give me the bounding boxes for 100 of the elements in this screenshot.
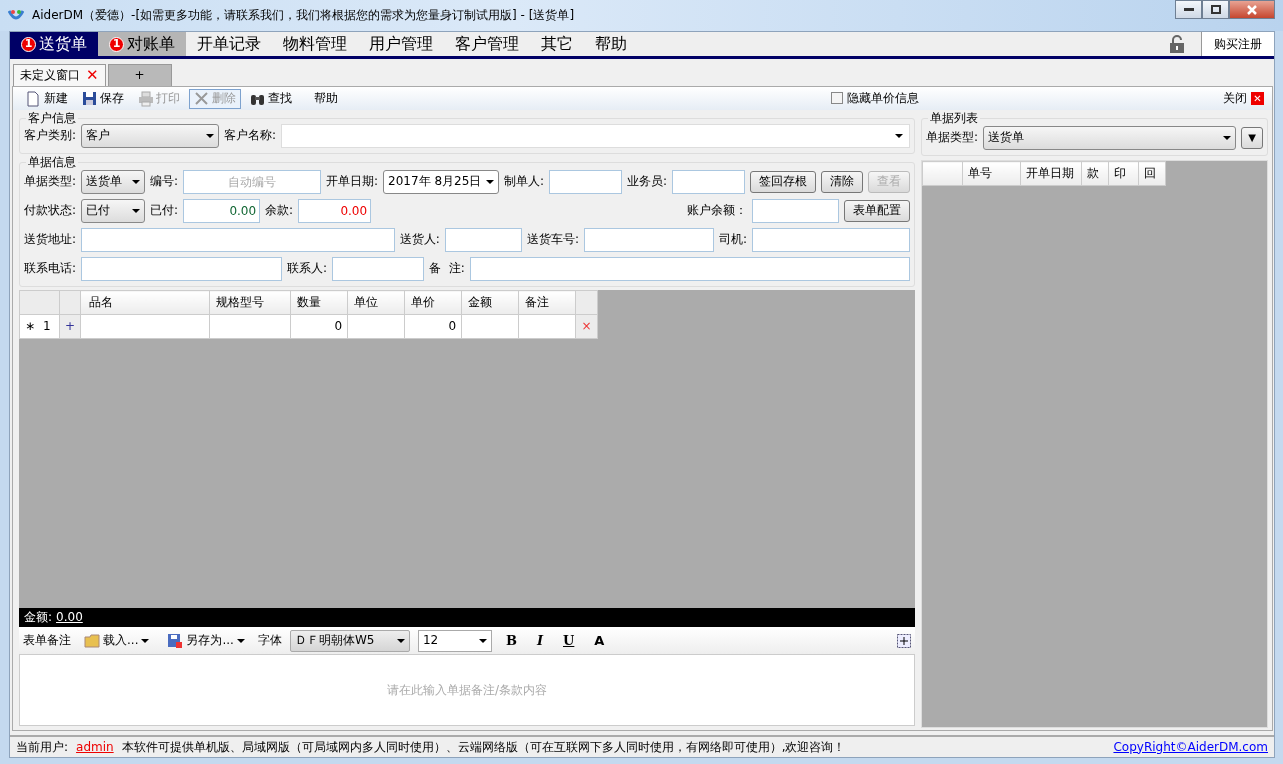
total-link[interactable]: 0.00 (56, 610, 83, 625)
maximize-icon (1210, 5, 1221, 14)
notes-field[interactable]: 请在此输入单据备注/条款内容 (19, 654, 915, 726)
maximize-button[interactable] (1202, 0, 1229, 19)
toolbar-button[interactable]: 查找 (245, 88, 297, 109)
input-field[interactable]: 0.00 (298, 198, 372, 223)
caret-icon (478, 638, 487, 643)
menu-button[interactable]: 另存为... (162, 630, 250, 651)
caret-icon (1223, 135, 1232, 140)
format-button[interactable]: I (530, 632, 549, 649)
column-header: 备注 (518, 290, 576, 315)
close-icon[interactable]: ✕ (1251, 92, 1264, 105)
column-header: 品名 (80, 290, 210, 315)
document-tab[interactable]: 未定义窗口 ✕ (13, 64, 106, 86)
dropdown[interactable]: 客户 (81, 123, 220, 148)
field-label: 送货人: (399, 232, 440, 247)
input-field[interactable] (583, 227, 714, 252)
caret-icon (141, 638, 150, 643)
input-field[interactable] (81, 256, 283, 281)
field-label: 余款: (265, 203, 294, 218)
section-title: 单据列表 (928, 111, 980, 126)
minimize-button[interactable] (1175, 0, 1202, 19)
format-button[interactable]: A (588, 632, 611, 649)
column-header: 款 (1081, 161, 1109, 186)
format-button[interactable]: B (499, 632, 523, 649)
table-cell: 0 (290, 314, 348, 339)
input-field[interactable] (752, 198, 839, 223)
copyright-link[interactable]: CopyRight©AiderDM.com (1113, 739, 1268, 755)
minimize-icon (1183, 7, 1194, 12)
dropdown[interactable]: 12 (417, 629, 492, 652)
close-icon[interactable]: ✕ (86, 68, 99, 83)
input-field[interactable] (469, 256, 910, 281)
field-label: 客户类别: (24, 128, 77, 143)
column-header: 数量 (290, 290, 348, 315)
field-label: 编号: (149, 174, 178, 189)
input-field[interactable]: 0.00 (183, 198, 261, 223)
field-label: 单据类型: (926, 130, 979, 145)
document-tab[interactable]: + (107, 64, 172, 86)
dropdown[interactable]: 送货单 (81, 169, 145, 194)
dropdown[interactable]: ＤＦ明朝体W5 (289, 629, 410, 652)
dropdown[interactable]: 已付 (81, 198, 146, 223)
menu-item[interactable]: 开单记录 (186, 32, 272, 56)
toolbar-button[interactable]: 保存 (77, 88, 129, 109)
table-cell: 0 (404, 314, 462, 339)
field-label: 送货车号: (526, 232, 579, 247)
menu-label: 送货单 (39, 34, 87, 54)
field-label: 联系人: (287, 261, 328, 276)
caret-icon (895, 133, 903, 138)
column-header: 规格型号 (209, 290, 291, 315)
checkbox[interactable]: 隐藏单价信息 (831, 91, 919, 106)
menu-button[interactable]: 载入... (79, 630, 155, 651)
column-header: 印 (1108, 161, 1139, 186)
input-field[interactable] (672, 169, 745, 194)
column-header: 开单日期 (1020, 161, 1082, 186)
folder-icon (84, 632, 100, 649)
row-number: 1 (43, 319, 51, 334)
form-button[interactable]: 签回存根 (750, 170, 816, 193)
date-picker[interactable]: 2017年 8月25日 (383, 169, 499, 194)
input-field[interactable] (548, 169, 622, 194)
cross-icon (194, 90, 209, 107)
caret-icon (132, 208, 141, 213)
menu-item[interactable]: 帮助 (584, 32, 638, 56)
form-button[interactable]: 表单配置 (844, 199, 910, 222)
section-title: 客户信息 (26, 111, 78, 126)
close-icon (1246, 4, 1258, 15)
row-marker: ∗ (25, 319, 36, 334)
toolbar-label: 表单备注 (23, 633, 71, 648)
menu-item[interactable]: 客户管理 (444, 32, 530, 56)
close-button[interactable] (1229, 0, 1275, 19)
menu-item[interactable]: 物料管理 (272, 32, 358, 56)
toolbar-button[interactable]: 新建 (21, 88, 73, 109)
printer-icon (138, 90, 153, 107)
input-field[interactable] (752, 227, 910, 252)
input-field[interactable] (332, 256, 425, 281)
field-label: 业务员: (626, 174, 667, 189)
input-field[interactable]: 自动编号 (183, 169, 321, 194)
user-link[interactable]: admin (76, 739, 114, 755)
menu-item[interactable]: 其它 (530, 32, 584, 56)
caret-icon (131, 179, 140, 184)
field-label: 开单日期: (326, 174, 379, 189)
form-button[interactable]: 清除 (821, 170, 863, 193)
column-header: 回 (1138, 161, 1166, 186)
format-button[interactable]: U (557, 632, 581, 649)
field-label: 账户余额： (687, 203, 747, 218)
menu-item[interactable]: 用户管理 (358, 32, 444, 56)
input-field[interactable] (81, 227, 395, 252)
save-icon (82, 90, 97, 107)
input-field[interactable] (444, 227, 522, 252)
dropdown[interactable]: 送货单 (983, 125, 1237, 150)
dropdown-button[interactable]: ▼ (1241, 126, 1263, 149)
tab-label: 未定义窗口 (20, 68, 80, 83)
column-header: 单号 (962, 161, 1021, 186)
close-label: 关闭 (1223, 91, 1247, 106)
field-label: 司机: (718, 232, 747, 247)
toolbar-button[interactable]: 帮助 (309, 89, 343, 108)
combo-field[interactable] (281, 123, 910, 148)
menu-item[interactable]: 1 对账单 (98, 32, 186, 56)
status-label: 当前用户: (16, 739, 69, 755)
menu-item[interactable]: 1 送货单 (10, 32, 98, 56)
register-button[interactable]: 购买注册 (1201, 32, 1274, 56)
